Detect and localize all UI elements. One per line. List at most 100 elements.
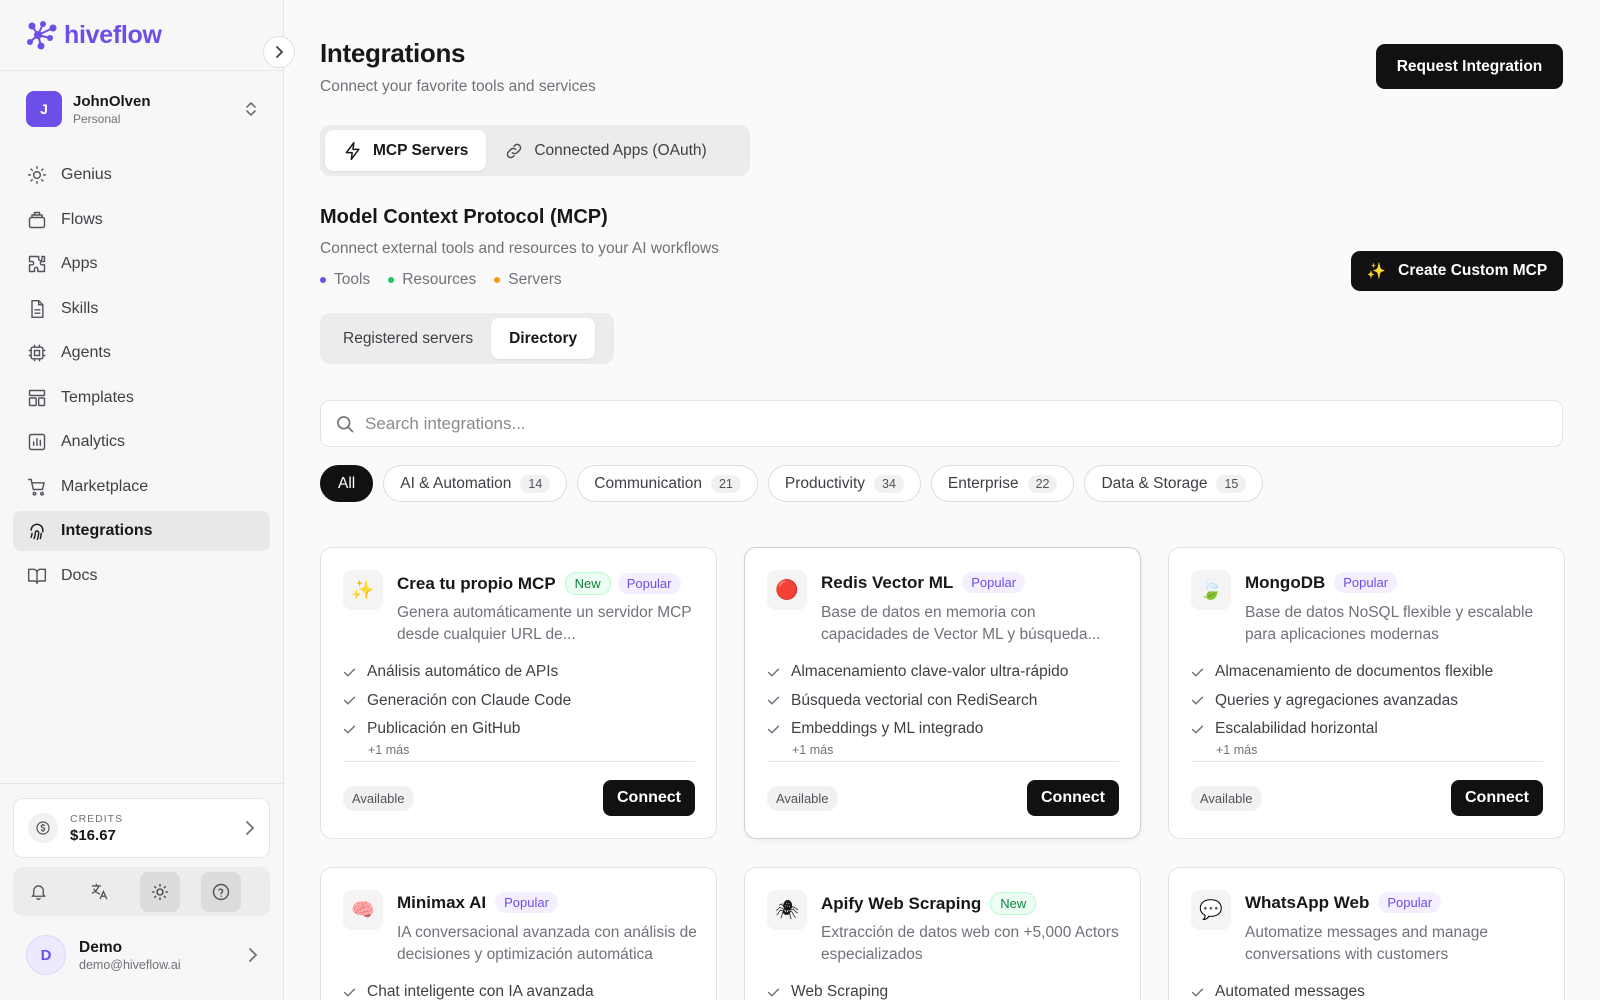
sidebar-item-templates[interactable]: Templates [13, 378, 270, 418]
check-icon [1191, 666, 1215, 679]
card-description: Genera automáticamente un servidor MCP d… [397, 604, 692, 643]
feature-list: Automated messages [1191, 978, 1544, 1000]
filter-enterprise[interactable]: Enterprise 22 [930, 465, 1075, 502]
cart-icon [27, 477, 47, 497]
brand-name: hiveflow [64, 20, 162, 49]
template-icon [27, 388, 47, 408]
sidebar: hiveflow J JohnOlven Personal Genius Flo… [0, 0, 284, 1000]
chat-bubble-icon: 💬 [1191, 890, 1231, 930]
theme-toggle-button[interactable] [140, 871, 180, 912]
puzzle-icon [27, 254, 47, 274]
tab-mcp-servers[interactable]: MCP Servers [325, 130, 487, 171]
check-icon [767, 723, 791, 736]
filter-ai-automation[interactable]: AI & Automation 14 [383, 465, 568, 502]
integration-card[interactable]: 🔴 Redis Vector ML Popular Base de datos … [744, 547, 1141, 839]
lightning-icon [343, 141, 363, 161]
category-filters: All AI & Automation 14 Communication 21 Pr… [320, 465, 1273, 502]
tab-registered-servers[interactable]: Registered servers [325, 318, 491, 359]
credits-panel[interactable]: CREDITS $16.67 [13, 798, 270, 858]
check-icon [343, 694, 367, 707]
search-input[interactable] [365, 413, 1515, 434]
check-icon [343, 986, 367, 999]
chevron-up-down-icon [246, 102, 256, 116]
sidebar-item-flows[interactable]: Flows [13, 200, 270, 240]
link-icon [504, 141, 524, 161]
status-badge: Available [343, 786, 414, 811]
divider [1191, 761, 1543, 762]
sidebar-item-skills[interactable]: Skills [13, 289, 270, 329]
list-item: Almacenamiento de documentos flexible [1191, 658, 1544, 687]
dollar-coin-icon [28, 813, 58, 843]
integration-card[interactable]: 🧠 Minimax AI Popular IA conversacional a… [320, 867, 717, 1000]
card-title: MongoDB [1245, 572, 1326, 592]
list-item: Análisis automático de APIs [343, 658, 696, 687]
leaf-icon: 🍃 [1191, 570, 1231, 610]
sidebar-item-integrations[interactable]: Integrations [13, 511, 270, 551]
hive-logo-icon [27, 21, 57, 50]
credits-label: CREDITS [70, 812, 124, 825]
search-bar [320, 400, 1563, 447]
tab-label: MCP Servers [373, 141, 469, 159]
sidebar-item-label: Genius [61, 166, 112, 183]
chevron-right-icon [246, 821, 255, 835]
feature-list: Web Scraping [767, 978, 1120, 1000]
connect-button[interactable]: Connect [603, 780, 695, 816]
notifications-button[interactable] [18, 872, 58, 912]
connect-button[interactable]: Connect [1451, 780, 1543, 816]
sidebar-collapse-button[interactable] [263, 36, 295, 68]
list-item: Escalabilidad horizontal [1191, 715, 1544, 744]
language-button[interactable] [79, 872, 119, 912]
workspace-name: JohnOlven [73, 92, 151, 110]
check-icon [767, 986, 791, 999]
help-button[interactable] [201, 871, 241, 912]
sidebar-item-label: Marketplace [61, 477, 149, 495]
spider-icon: 🕷 [767, 890, 807, 930]
sidebar-item-label: Agents [61, 344, 111, 361]
check-icon [767, 694, 791, 707]
check-icon [767, 666, 791, 679]
lightbulb-icon [27, 165, 47, 185]
connect-button[interactable]: Connect [1027, 780, 1119, 816]
filter-productivity[interactable]: Productivity 34 [767, 465, 921, 502]
list-item: Automated messages [1191, 978, 1544, 1000]
feature-list: Almacenamiento de documentos flexible Qu… [1191, 658, 1544, 744]
workspace-switcher[interactable]: J JohnOlven Personal [26, 90, 258, 128]
sidebar-item-marketplace[interactable]: Marketplace [13, 467, 270, 507]
filter-communication[interactable]: Communication 21 [577, 465, 758, 502]
create-custom-mcp-button[interactable]: ✨ Create Custom MCP [1351, 251, 1563, 291]
integration-card[interactable]: 💬 WhatsApp Web Popular Automatize messag… [1168, 867, 1565, 1000]
user-menu[interactable]: D Demo demo@hiveflow.ai [26, 935, 258, 975]
status-badge: Available [1191, 786, 1262, 811]
tab-directory[interactable]: Directory [491, 318, 596, 359]
sidebar-item-analytics[interactable]: Analytics [13, 422, 270, 462]
layers-icon [27, 210, 47, 230]
popular-badge: Popular [1334, 572, 1398, 593]
integration-card[interactable]: ✨ Crea tu propio MCP New Popular Genera … [320, 547, 717, 839]
mcp-legend: Tools Resources Servers [320, 271, 580, 289]
request-integration-button[interactable]: Request Integration [1376, 44, 1563, 89]
sidebar-nav: Genius Flows Apps Skills Agents Template… [13, 155, 270, 600]
list-item: Almacenamiento clave-valor ultra-rápido [767, 658, 1120, 687]
card-description: Automatize messages and manage conversat… [1245, 924, 1488, 963]
filter-all[interactable]: All [320, 465, 374, 502]
utility-toolbar [13, 867, 270, 916]
sidebar-item-label: Integrations [61, 522, 153, 539]
sidebar-item-genius[interactable]: Genius [13, 155, 270, 195]
logo[interactable]: hiveflow [0, 0, 283, 71]
sidebar-item-docs[interactable]: Docs [13, 556, 270, 596]
sun-icon [151, 883, 169, 900]
card-description: Base de datos en memoria con capacidades… [821, 604, 1101, 643]
avatar: D [26, 935, 66, 975]
sidebar-divider [0, 783, 284, 784]
sidebar-item-apps[interactable]: Apps [13, 244, 270, 284]
workspace-type: Personal [73, 111, 121, 126]
sidebar-item-label: Analytics [61, 433, 126, 450]
integration-card[interactable]: 🍃 MongoDB Popular Base de datos NoSQL fl… [1168, 547, 1565, 839]
red-circle-icon: 🔴 [767, 570, 807, 610]
chevron-right-icon [275, 46, 283, 58]
integration-card[interactable]: 🕷 Apify Web Scraping New Extracción de d… [744, 867, 1141, 1000]
sidebar-item-agents[interactable]: Agents [13, 333, 270, 373]
filter-data-storage[interactable]: Data & Storage 15 [1084, 465, 1264, 502]
check-icon [343, 723, 367, 736]
tab-connected-apps[interactable]: Connected Apps (OAuth) [486, 130, 724, 171]
